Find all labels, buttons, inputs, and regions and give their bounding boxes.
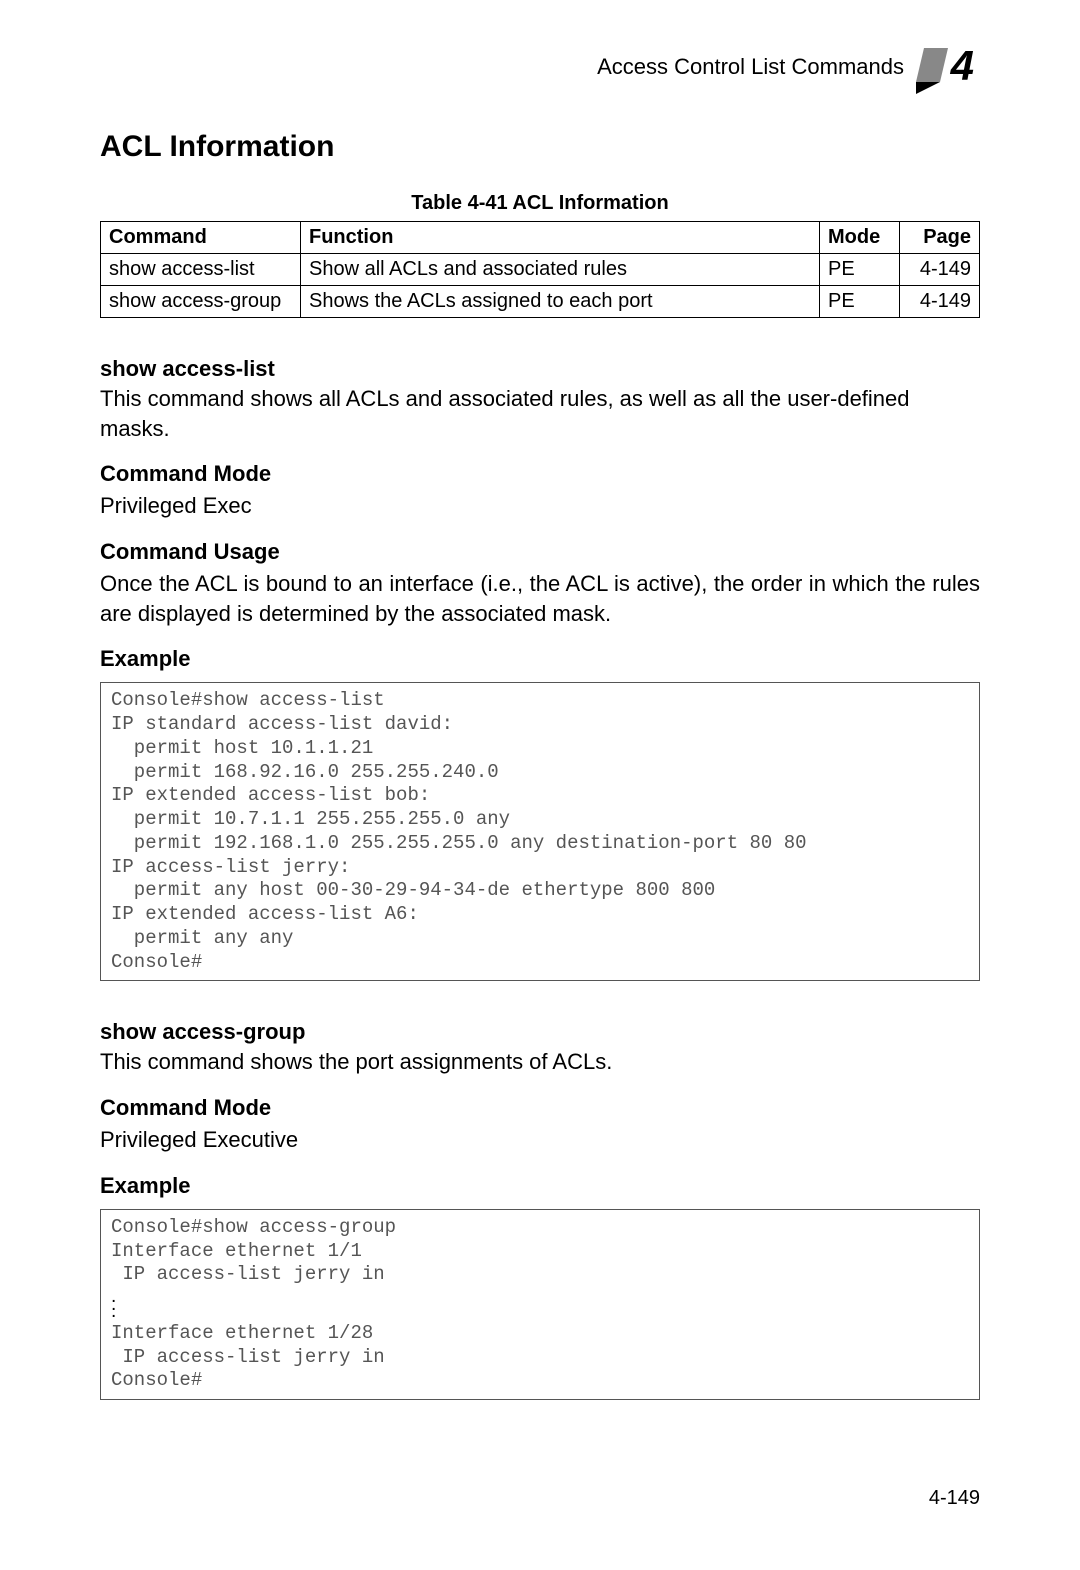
th-function: Function xyxy=(301,222,820,254)
breadcrumb: Access Control List Commands xyxy=(597,54,904,80)
command-usage-text: Once the ACL is bound to an interface (i… xyxy=(100,569,980,628)
code-pre: Console#show access-group Interface ethe… xyxy=(111,1216,396,1286)
table-row: show access-list Show all ACLs and assoc… xyxy=(101,254,980,286)
table-row: show access-group Shows the ACLs assigne… xyxy=(101,286,980,318)
example-code: Console#show access-group Interface ethe… xyxy=(100,1209,980,1400)
code-post: Interface ethernet 1/28 IP access-list j… xyxy=(111,1322,385,1392)
td-mode: PE xyxy=(820,286,900,318)
command-mode-label: Command Mode xyxy=(100,1095,980,1121)
command-mode-label: Command Mode xyxy=(100,461,980,487)
chapter-number: 4 xyxy=(951,42,974,90)
command-description: This command shows the port assignments … xyxy=(100,1047,980,1077)
td-command: show access-list xyxy=(101,254,301,286)
th-page: Page xyxy=(900,222,980,254)
page-number: 4-149 xyxy=(929,1487,980,1510)
command-mode-value: Privileged Executive xyxy=(100,1125,980,1155)
td-command: show access-group xyxy=(101,286,301,318)
example-label: Example xyxy=(100,1173,980,1199)
page-header: Access Control List Commands 4 xyxy=(100,40,980,94)
th-command: Command xyxy=(101,222,301,254)
example-code: Console#show access-list IP standard acc… xyxy=(100,682,980,981)
command-description: This command shows all ACLs and associat… xyxy=(100,384,980,443)
command-heading: show access-group xyxy=(100,1019,980,1045)
command-usage-label: Command Usage xyxy=(100,539,980,565)
command-mode-value: Privileged Exec xyxy=(100,491,980,521)
section-title: ACL Information xyxy=(100,130,980,164)
td-function: Show all ACLs and associated rules xyxy=(301,254,820,286)
page: Access Control List Commands 4 ACL Infor… xyxy=(0,0,1080,1570)
table-header-row: Command Function Mode Page xyxy=(101,222,980,254)
td-mode: PE xyxy=(820,254,900,286)
th-mode: Mode xyxy=(820,222,900,254)
command-heading: show access-list xyxy=(100,356,980,382)
table-caption: Table 4-41 ACL Information xyxy=(100,192,980,215)
td-page: 4-149 xyxy=(900,254,980,286)
td-page: 4-149 xyxy=(900,286,980,318)
td-function: Shows the ACLs assigned to each port xyxy=(301,286,820,318)
vertical-ellipsis-icon: ... xyxy=(111,1293,969,1316)
acl-info-table: Command Function Mode Page show access-l… xyxy=(100,221,980,318)
example-label: Example xyxy=(100,646,980,672)
chapter-icon: 4 xyxy=(916,40,980,94)
